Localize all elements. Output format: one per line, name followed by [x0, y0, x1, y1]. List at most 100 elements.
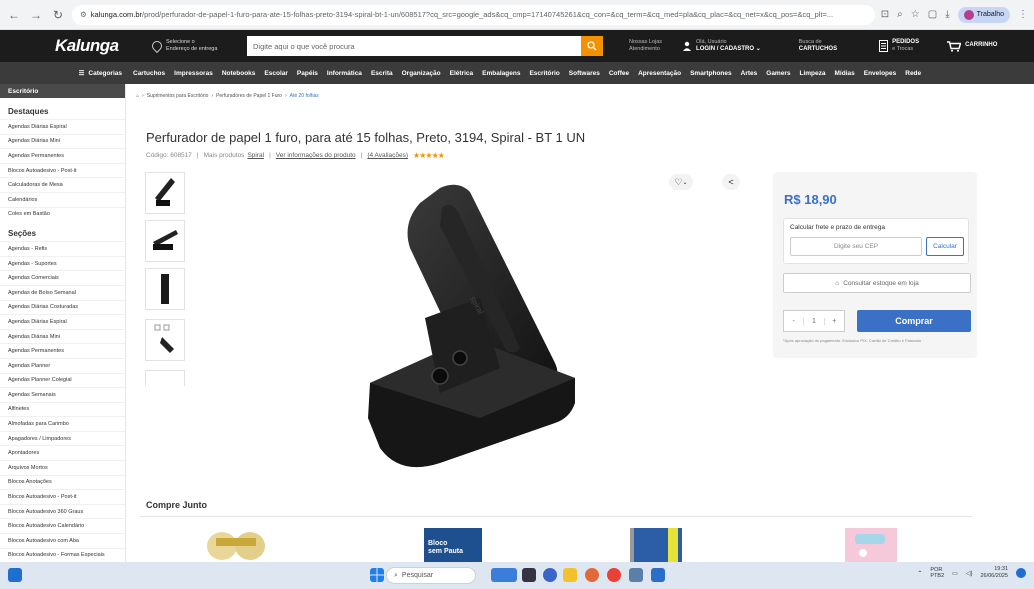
- sidebar-item[interactable]: Blocos Autoadesivo com Aba: [0, 533, 125, 548]
- category-item[interactable]: Impressoras: [174, 70, 213, 77]
- sidebar-item[interactable]: Agendas Permanentes: [0, 343, 125, 358]
- home-icon[interactable]: ⌂: [136, 93, 139, 99]
- share-button[interactable]: <: [722, 174, 740, 190]
- related-product-4[interactable]: [843, 528, 899, 562]
- sidebar-item[interactable]: Apontadores: [0, 445, 125, 460]
- sidebar-item[interactable]: Agendas Semanais: [0, 387, 125, 402]
- category-item[interactable]: Papéis: [297, 70, 318, 77]
- sidebar-item[interactable]: Blocos Autoadesivo 360 Graus: [0, 503, 125, 519]
- category-item[interactable]: Envelopes: [864, 70, 897, 77]
- cart-link[interactable]: CARRINHO: [947, 40, 997, 52]
- category-item[interactable]: Escolar: [264, 70, 288, 77]
- widgets-icon[interactable]: [8, 568, 22, 582]
- orders-link[interactable]: PEDIDOS e Trocas: [879, 39, 919, 53]
- search-input[interactable]: Digite aqui o que você procura: [247, 36, 581, 56]
- buy-button[interactable]: Comprar: [857, 310, 971, 332]
- sidebar-item[interactable]: Agendas Diárias Espiral: [0, 314, 125, 329]
- thumbnail-4[interactable]: [145, 319, 185, 361]
- back-icon[interactable]: ←: [6, 7, 22, 23]
- sidebar-item[interactable]: Agendas Diárias Mini: [0, 133, 125, 149]
- sidebar-item[interactable]: Agendas Comerciais: [0, 270, 125, 285]
- reviews-link[interactable]: (4 Avaliações): [367, 152, 408, 159]
- site-info-icon[interactable]: ⚙: [80, 10, 87, 19]
- thumbnail-5[interactable]: [145, 370, 185, 386]
- weather-app-icon[interactable]: [491, 568, 517, 582]
- delivery-location[interactable]: Selecione o Endereço de entrega: [149, 38, 247, 54]
- breadcrumb-item[interactable]: Perfuradores de Papel 1 Furo: [216, 93, 282, 99]
- sidebar-item[interactable]: Agendas Permanentes: [0, 148, 125, 163]
- zoom-icon[interactable]: ⌕: [897, 9, 903, 20]
- cep-input[interactable]: Digite seu CEP: [790, 237, 922, 256]
- thumbnail-2[interactable]: [145, 220, 185, 262]
- chrome-icon[interactable]: [607, 568, 621, 582]
- category-item[interactable]: Artes: [741, 70, 758, 77]
- windows-start-icon[interactable]: [370, 568, 384, 582]
- related-product-1[interactable]: [204, 528, 268, 562]
- bookmark-icon[interactable]: ☆: [911, 9, 920, 20]
- product-info-link[interactable]: Ver informações do produto: [276, 152, 356, 159]
- install-icon[interactable]: ⊡: [881, 9, 889, 20]
- stores-link[interactable]: Nossas Lojas Atendimento: [629, 39, 662, 53]
- sidebar-item[interactable]: Blocos Anotações: [0, 474, 125, 490]
- reload-icon[interactable]: ↻: [50, 7, 66, 23]
- sidebar-item[interactable]: Blocos Autoadesivo Calendário: [0, 518, 125, 533]
- app-icon[interactable]: [629, 568, 643, 582]
- sidebar-item[interactable]: Arquivos Mortos: [0, 460, 125, 475]
- sidebar-item[interactable]: Apagadores / Limpadores: [0, 430, 125, 446]
- category-item[interactable]: Escrita: [371, 70, 393, 77]
- sidebar-item[interactable]: Agendas - Refis: [0, 241, 125, 256]
- category-item[interactable]: Mídias: [835, 70, 855, 77]
- notification-icon[interactable]: [1016, 568, 1026, 579]
- sidebar-item[interactable]: Almofadas para Carimbo: [0, 416, 125, 431]
- product-main-image[interactable]: spiral: [330, 178, 590, 478]
- network-icon[interactable]: ▭: [952, 570, 958, 577]
- sidebar-item[interactable]: Calculadoras de Mesa: [0, 177, 125, 192]
- sidebar-item[interactable]: Agendas Diárias Costuradas: [0, 299, 125, 315]
- profile-button[interactable]: Trabalho: [957, 6, 1010, 23]
- sidebar-item[interactable]: Agendas Planner Colegial: [0, 372, 125, 388]
- sidebar-item[interactable]: Blocos Autoadesivo - Post-it: [0, 162, 125, 178]
- category-item[interactable]: Informática: [327, 70, 362, 77]
- breadcrumb-current[interactable]: Até 20 folhas: [290, 93, 319, 99]
- category-item[interactable]: Smartphones: [690, 70, 732, 77]
- qty-minus-button[interactable]: -: [784, 318, 803, 325]
- address-bar[interactable]: ⚙ kalunga.com.br/prod/perfurador-de-pape…: [72, 4, 875, 25]
- category-item[interactable]: Apresentação: [638, 70, 681, 77]
- forward-icon[interactable]: →: [28, 7, 44, 23]
- sidebar-item[interactable]: Coles em Bastão: [0, 206, 125, 222]
- cartridge-search-link[interactable]: Busca de CARTUCHOS: [799, 39, 837, 53]
- category-item[interactable]: Gamers: [766, 70, 790, 77]
- app-icon[interactable]: [585, 568, 599, 582]
- sidebar-item[interactable]: Agendas Diárias Mini: [0, 328, 125, 344]
- chat-icon[interactable]: [543, 568, 557, 582]
- thumbnail-1[interactable]: [145, 172, 185, 214]
- extensions-icon[interactable]: ▢: [928, 9, 937, 20]
- menu-icon[interactable]: ⋮: [1018, 9, 1028, 20]
- sidebar-item[interactable]: Calendários: [0, 191, 125, 207]
- category-item[interactable]: Escritório: [529, 70, 559, 77]
- qty-value[interactable]: 1: [803, 317, 825, 325]
- brand-link[interactable]: Spiral: [247, 152, 264, 159]
- calculate-button[interactable]: Calcular: [926, 237, 964, 256]
- category-item[interactable]: Organização: [402, 70, 441, 77]
- sidebar-item[interactable]: Blocos Autoadesivo - Formas Especiais: [0, 547, 125, 562]
- category-item[interactable]: Limpeza: [799, 70, 825, 77]
- sidebar-item[interactable]: Agendas - Suportes: [0, 255, 125, 271]
- thumbnail-3[interactable]: [145, 268, 185, 310]
- category-item[interactable]: Rede: [905, 70, 921, 77]
- related-product-3[interactable]: [628, 528, 686, 562]
- categories-toggle[interactable]: ☰ Categorias: [0, 69, 128, 78]
- sidebar-item[interactable]: Agendas de Bolso Semanal: [0, 284, 125, 300]
- category-item[interactable]: Coffee: [609, 70, 629, 77]
- favorite-button[interactable]: ♡ ⌄: [669, 174, 693, 190]
- app-icon[interactable]: [651, 568, 665, 582]
- clock[interactable]: 19:31 26/06/2025: [980, 566, 1008, 580]
- file-explorer-icon[interactable]: [563, 568, 577, 582]
- sidebar-item[interactable]: Agendas Planner: [0, 357, 125, 373]
- site-logo[interactable]: Kalunga: [0, 36, 130, 56]
- breadcrumb-item[interactable]: Suprimentos para Escritório: [147, 93, 209, 99]
- category-item[interactable]: Cartuchos: [133, 70, 165, 77]
- task-view-icon[interactable]: [522, 568, 536, 582]
- login-link[interactable]: Olá, Usuário LOGIN / CADASTRO ⌄: [682, 39, 761, 53]
- volume-icon[interactable]: ◁): [966, 570, 973, 577]
